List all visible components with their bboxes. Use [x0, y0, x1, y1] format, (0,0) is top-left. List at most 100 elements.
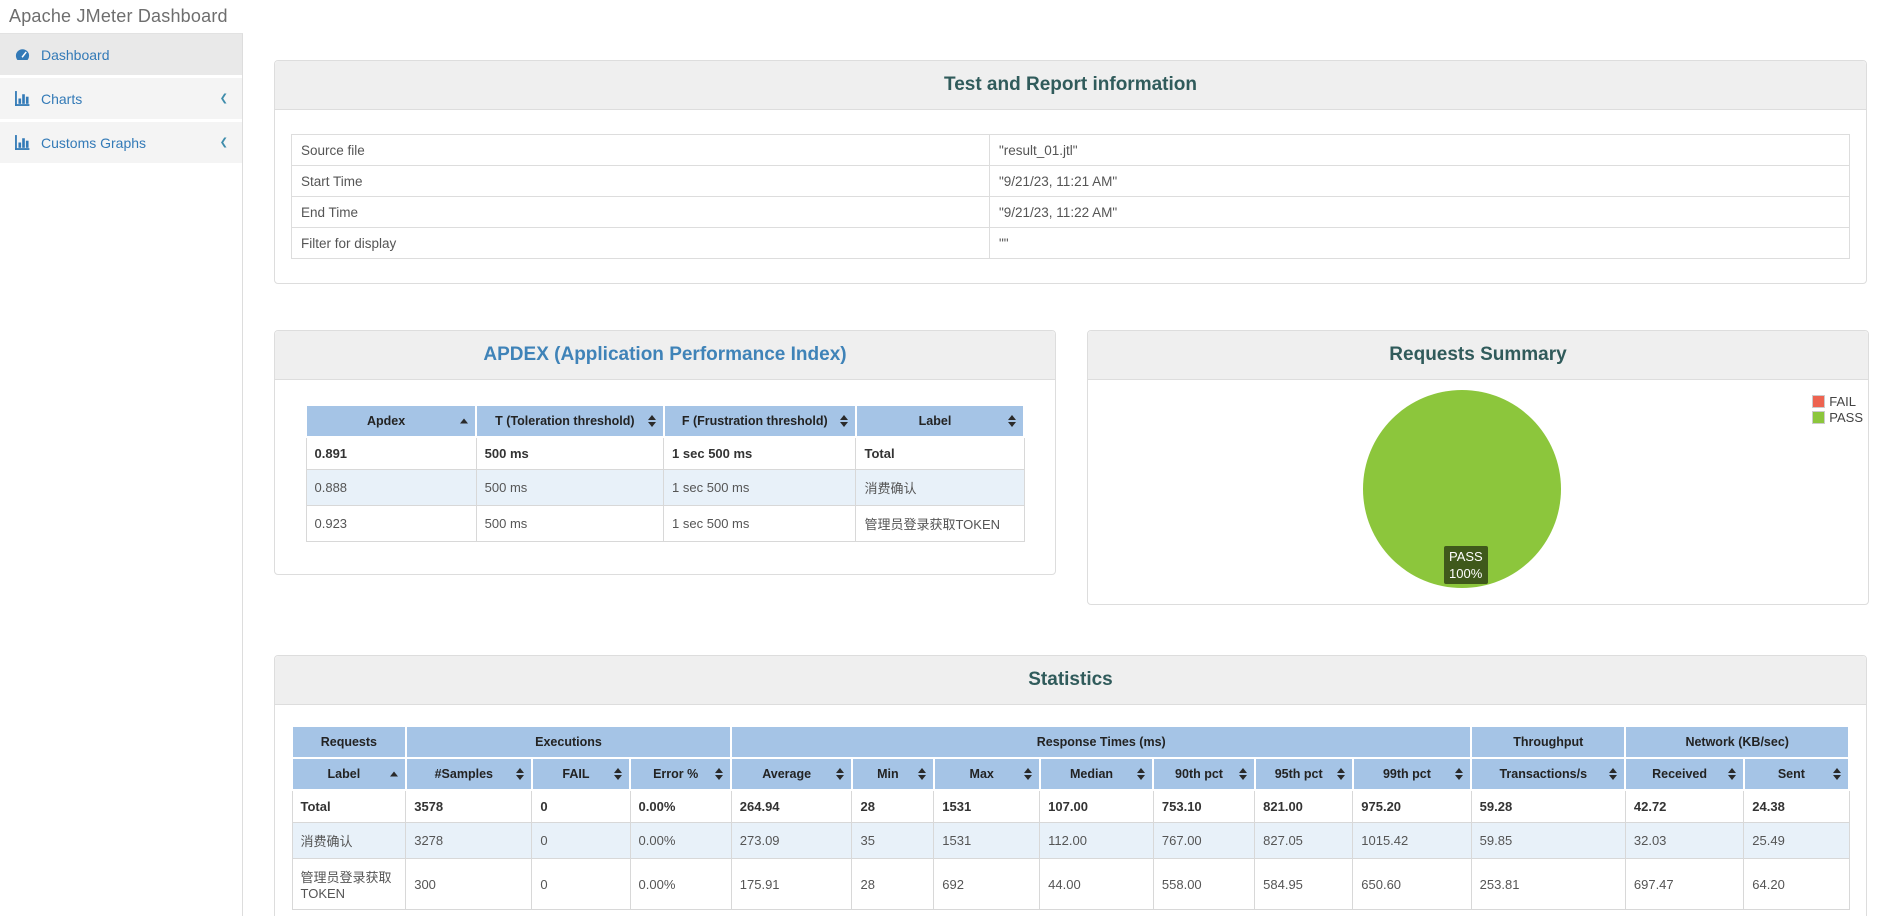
cell: 28	[852, 790, 934, 823]
sort-icon	[1728, 768, 1736, 780]
apdex-panel: APDEX (Application Performance Index) Ap…	[274, 330, 1056, 575]
cell: 42.72	[1625, 790, 1743, 823]
cell: 0.00%	[630, 859, 731, 910]
column-header-median[interactable]: Median	[1040, 758, 1154, 790]
table-row: Source file "result_01.jtl"	[292, 135, 1850, 166]
cell: 3578	[406, 790, 532, 823]
group-header-row: Requests Executions Response Times (ms) …	[292, 726, 1849, 758]
cell: 0	[532, 823, 630, 859]
column-header-error[interactable]: Error %	[630, 758, 731, 790]
column-header-apdex[interactable]: Apdex	[306, 405, 476, 437]
cell: 1531	[934, 823, 1040, 859]
column-header-label[interactable]: Label	[856, 405, 1024, 437]
requests-pie-chart: PASS 100% FAIL PASS	[1088, 380, 1868, 604]
main-content: Test and Report information Source file …	[243, 33, 1879, 916]
app-title: Apache JMeter Dashboard	[9, 6, 228, 27]
column-header-transactions[interactable]: Transactions/s	[1471, 758, 1625, 790]
cell: 827.05	[1255, 823, 1353, 859]
cell: 650.60	[1353, 859, 1471, 910]
info-label: End Time	[292, 197, 990, 228]
column-header-toleration[interactable]: T (Toleration threshold)	[476, 405, 663, 437]
table-row: 管理员登录获取TOKEN 300 0 0.00% 175.91 28 692 4…	[292, 859, 1849, 910]
cell: 管理员登录获取TOKEN	[292, 859, 406, 910]
sort-icon	[836, 768, 844, 780]
column-header-99pct[interactable]: 99th pct	[1353, 758, 1471, 790]
cell: 697.47	[1625, 859, 1743, 910]
column-header-95pct[interactable]: 95th pct	[1255, 758, 1353, 790]
requests-summary-panel: Requests Summary PASS 100%	[1087, 330, 1869, 605]
cell: 3278	[406, 823, 532, 859]
sidebar-item-charts[interactable]: Charts ❮	[0, 78, 242, 119]
info-label: Source file	[292, 135, 990, 166]
sort-icon	[715, 768, 723, 780]
sort-asc-icon	[460, 419, 468, 424]
cell: 0.891	[306, 437, 476, 470]
jmeter-dashboard-app: Apache JMeter Dashboard Dashboard	[0, 0, 1879, 916]
table-row: Start Time "9/21/23, 11:21 AM"	[292, 166, 1850, 197]
sort-icon	[648, 415, 656, 427]
sidebar-item-dashboard[interactable]: Dashboard	[0, 34, 242, 75]
cell: 35	[852, 823, 934, 859]
info-value: "9/21/23, 11:22 AM"	[989, 197, 1849, 228]
pass-swatch-icon	[1812, 411, 1825, 424]
table-row: Filter for display ""	[292, 228, 1850, 259]
cell: 1 sec 500 ms	[664, 437, 856, 470]
table-row: 0.923 500 ms 1 sec 500 ms 管理员登录获取TOKEN	[306, 506, 1024, 542]
cell: 0.00%	[630, 790, 731, 823]
cell: 253.81	[1471, 859, 1625, 910]
column-header-samples[interactable]: #Samples	[406, 758, 532, 790]
column-header-received[interactable]: Received	[1625, 758, 1743, 790]
sort-icon	[1024, 768, 1032, 780]
info-value: "9/21/23, 11:21 AM"	[989, 166, 1849, 197]
cell: 0	[532, 859, 630, 910]
cell: 0.888	[306, 470, 476, 506]
group-network: Network (KB/sec)	[1625, 726, 1849, 758]
panel-title: APDEX (Application Performance Index)	[483, 344, 846, 365]
info-label: Filter for display	[292, 228, 990, 259]
column-header-average[interactable]: Average	[731, 758, 852, 790]
cell: 28	[852, 859, 934, 910]
cell: 0.00%	[630, 823, 731, 859]
statistics-panel: Statistics Requests Execu	[274, 655, 1867, 916]
test-info-table: Source file "result_01.jtl" Start Time "…	[291, 134, 1850, 259]
cell: 112.00	[1040, 823, 1154, 859]
sort-icon	[1008, 415, 1016, 427]
sidebar-item-customs-graphs[interactable]: Customs Graphs ❮	[0, 122, 242, 163]
cell: 500 ms	[476, 437, 663, 470]
cell: 1531	[934, 790, 1040, 823]
gauge-icon	[14, 46, 31, 63]
table-row: Total 3578 0 0.00% 264.94 28 1531 107.00…	[292, 790, 1849, 823]
table-row: 0.888 500 ms 1 sec 500 ms 消费确认	[306, 470, 1024, 506]
cell: 1 sec 500 ms	[664, 506, 856, 542]
pie-slice-label: PASS 100%	[1444, 546, 1488, 584]
info-value: "result_01.jtl"	[989, 135, 1849, 166]
column-header-90pct[interactable]: 90th pct	[1153, 758, 1254, 790]
app-header: Apache JMeter Dashboard	[0, 0, 1879, 33]
panel-title: Test and Report information	[944, 74, 1197, 95]
panel-title: Statistics	[1028, 669, 1112, 690]
cell: 25.49	[1744, 823, 1849, 859]
column-header-fail[interactable]: FAIL	[532, 758, 630, 790]
chevron-left-icon: ❮	[220, 137, 228, 148]
cell: 1 sec 500 ms	[664, 470, 856, 506]
cell: 767.00	[1153, 823, 1254, 859]
panel-heading: Statistics	[275, 656, 1866, 705]
cell: 1015.42	[1353, 823, 1471, 859]
chart-legend: FAIL PASS	[1812, 394, 1863, 426]
column-header-frustration[interactable]: F (Frustration threshold)	[664, 405, 856, 437]
cell: 0	[532, 790, 630, 823]
column-header-label[interactable]: Label	[292, 758, 406, 790]
cell: 300	[406, 859, 532, 910]
column-header-max[interactable]: Max	[934, 758, 1040, 790]
panel-title: Requests Summary	[1389, 344, 1566, 365]
cell: 273.09	[731, 823, 852, 859]
column-header-sent[interactable]: Sent	[1744, 758, 1849, 790]
sort-icon	[1609, 768, 1617, 780]
cell: 64.20	[1744, 859, 1849, 910]
bar-chart-icon	[14, 90, 31, 107]
cell: Total	[292, 790, 406, 823]
cell: 59.28	[1471, 790, 1625, 823]
table-row: 消费确认 3278 0 0.00% 273.09 35 1531 112.00 …	[292, 823, 1849, 859]
sort-icon	[840, 415, 848, 427]
column-header-min[interactable]: Min	[852, 758, 934, 790]
